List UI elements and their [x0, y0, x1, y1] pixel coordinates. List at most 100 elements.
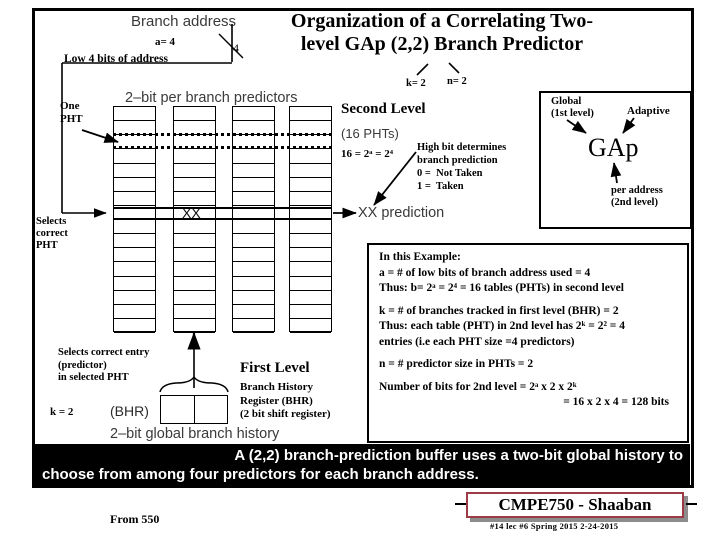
- pht-count-label: (16 PHTs): [341, 126, 399, 141]
- pht-cell: [174, 107, 215, 122]
- example-line-bits: Number of bits for 2nd level = 2ᵃ x 2 x …: [379, 380, 577, 393]
- banner-line-1: A (2,2) branch-prediction buffer uses a …: [234, 447, 683, 464]
- pht-cell: [290, 149, 331, 164]
- pht-cell: [233, 234, 274, 249]
- pht-cell: [233, 277, 274, 291]
- pht-cell: [114, 164, 155, 178]
- pht-cell: [290, 164, 331, 178]
- pht-cell: [174, 164, 215, 178]
- pht-cell: [114, 107, 155, 122]
- pht-cell: [114, 305, 155, 319]
- pht-cell: [290, 234, 331, 249]
- pht-cell: [114, 277, 155, 291]
- example-line-k2: Thus: each table (PHT) in 2nd level has …: [379, 320, 625, 332]
- gap-per-address-label: per address (2nd level): [611, 185, 663, 208]
- pht-cell: [233, 178, 274, 192]
- pht-cell: [233, 248, 274, 263]
- pht-cell: [290, 305, 331, 319]
- selects-correct-entry-label: Selects correct entry (predictor) in sel…: [58, 347, 150, 383]
- predictors-label: 2–bit per branch predictors: [125, 90, 298, 106]
- selects-correct-pht-label: Selects correct PHT: [36, 216, 68, 251]
- bit-width-label: 4: [233, 41, 239, 55]
- pht-cell: [174, 291, 215, 305]
- pht-cell: [233, 319, 274, 333]
- one-pht-dotted-line-top: [113, 133, 332, 136]
- one-pht-dotted-line-bottom: [113, 146, 332, 149]
- slide-canvas: Organization of a Correlating Two-level …: [0, 0, 720, 540]
- example-line-b: Thus: b= 2ᵃ = 2⁴ = 16 tables (PHTs) in s…: [379, 282, 624, 294]
- footer-meta: #14 lec #6 Spring 2015 2-24-2015: [490, 521, 619, 531]
- pht-cell: [174, 234, 215, 249]
- gap-global-label: Global (1st level): [551, 96, 594, 119]
- pht-cell: [233, 220, 274, 235]
- pht-cell: [114, 234, 155, 249]
- pht-cell: [233, 262, 274, 277]
- course-badge: CMPE750 - Shaaban: [466, 492, 684, 518]
- pht-cell: [174, 248, 215, 263]
- bhr-register-box: [160, 395, 228, 424]
- pht-cell: [233, 149, 274, 164]
- k-equals-2-label: k = 2: [50, 406, 74, 418]
- pht-cell: [290, 277, 331, 291]
- pht-cell: [114, 178, 155, 192]
- pht-cell: [290, 291, 331, 305]
- example-line-bits-total: = 16 x 2 x 4 = 128 bits: [563, 396, 669, 408]
- pht-cell: [114, 319, 155, 333]
- pht-cell: [290, 248, 331, 263]
- title-k-annotation: k= 2: [406, 78, 426, 89]
- branch-address-label: Branch address: [131, 13, 237, 30]
- pht-cell: [174, 220, 215, 235]
- pht-cell: [114, 192, 155, 206]
- example-line-a: a = # of low bits of branch address used…: [379, 266, 591, 279]
- pht-cell: [174, 178, 215, 192]
- pht-cell: [174, 149, 215, 164]
- course-badge-tick-right: [686, 503, 697, 505]
- pht-cell: [174, 262, 215, 277]
- pht-cell: [114, 248, 155, 263]
- high-bit-explanation: High bit determines branch prediction 0 …: [417, 142, 507, 192]
- low-bits-label: Low 4 bits of address: [64, 53, 168, 65]
- pht-cell: [174, 192, 215, 206]
- xx-cell-label: XX: [182, 205, 201, 221]
- gap-adaptive-label: Adaptive: [627, 105, 670, 117]
- gap-acronym: GAp: [588, 133, 639, 162]
- pht-cell: [290, 178, 331, 192]
- example-line-k3: entries (i.e each PHT size =4 predictors…: [379, 335, 575, 348]
- pht-cell: [233, 192, 274, 206]
- pht-cell: [114, 262, 155, 277]
- bhr-inline-label: (BHR): [110, 403, 149, 419]
- pht-cell: [114, 291, 155, 305]
- page-title: Organization of a Correlating Two-level …: [290, 10, 594, 55]
- pht-cell: [290, 319, 331, 333]
- pht-cell: [174, 319, 215, 333]
- example-heading: In this Example:: [379, 251, 461, 263]
- pht-cell: [233, 305, 274, 319]
- xx-prediction-label: XX prediction: [358, 205, 445, 221]
- pht-cell: [290, 107, 331, 122]
- example-line-n: n = # predictor size in PHTs = 2: [379, 358, 534, 370]
- selected-predictor-row: [113, 207, 332, 220]
- summary-banner: A (2,2) branch-prediction buffer uses a …: [35, 444, 690, 485]
- example-line-k: k = # of branches tracked in first level…: [379, 304, 619, 317]
- pht-cell: [290, 192, 331, 206]
- one-label: One: [60, 100, 80, 112]
- pht-cell: [233, 164, 274, 178]
- pht-cell: [174, 305, 215, 319]
- pht-label: PHT: [60, 113, 83, 125]
- second-level-heading: Second Level: [341, 101, 426, 117]
- global-branch-history-label: 2–bit global branch history: [110, 426, 280, 442]
- pht-cell: [233, 107, 274, 122]
- bhr-description: Branch History Register (BHR) (2 bit shi…: [240, 381, 331, 420]
- pht-count-equation: 16 = 2ᵃ = 2⁴: [341, 148, 394, 160]
- pht-cell: [290, 262, 331, 277]
- from-550-label: From 550: [110, 512, 160, 526]
- pht-cell: [290, 220, 331, 235]
- pht-cell: [114, 220, 155, 235]
- banner-line-2: choose from among four predictors for ea…: [42, 466, 479, 483]
- example-text: In this Example: a = # of low bits of br…: [379, 250, 681, 411]
- a-equals-4-label: a= 4: [155, 36, 176, 48]
- pht-cell: [114, 149, 155, 164]
- pht-cell: [174, 277, 215, 291]
- title-n-annotation: n= 2: [447, 76, 467, 87]
- pht-cell: [233, 291, 274, 305]
